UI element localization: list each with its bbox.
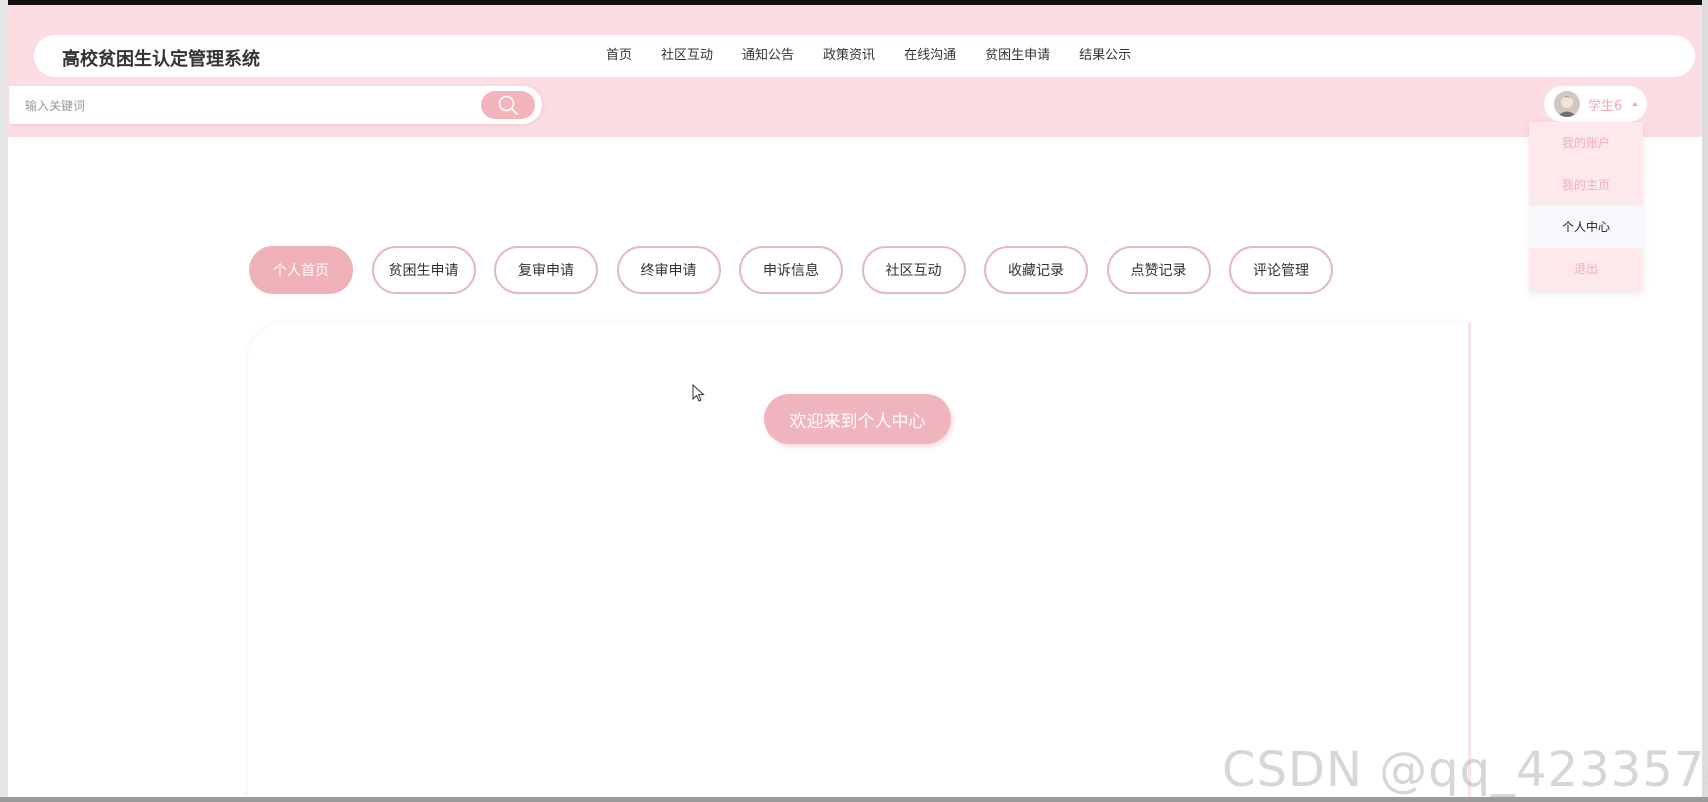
tab-review-application[interactable]: 复审申请 bbox=[494, 246, 598, 294]
nav-link-apply[interactable]: 贫困生申请 bbox=[985, 47, 1050, 65]
window-bottom-border bbox=[0, 797, 1708, 802]
user-dropdown-menu: 我的账户 我的主页 个人中心 退出 bbox=[1529, 122, 1643, 292]
top-nav-bar: 高校贫困生认定管理系统 首页 社区互动 通知公告 政策资讯 在线沟通 贫困生申请… bbox=[34, 35, 1695, 77]
content-panel: 欢迎来到个人中心 bbox=[248, 322, 1468, 802]
tab-community[interactable]: 社区互动 bbox=[861, 246, 966, 294]
search-icon bbox=[498, 95, 518, 115]
nav-link-results[interactable]: 结果公示 bbox=[1079, 47, 1131, 65]
window-left-border bbox=[0, 0, 8, 802]
nav-link-notices[interactable]: 通知公告 bbox=[742, 47, 794, 65]
tab-poverty-application[interactable]: 贫困生申请 bbox=[371, 246, 476, 294]
user-menu-toggle[interactable]: 学生6 bbox=[1544, 86, 1647, 122]
window-right-border bbox=[1702, 0, 1708, 802]
nav-link-chat[interactable]: 在线沟通 bbox=[904, 47, 956, 65]
tab-comments[interactable]: 评论管理 bbox=[1229, 246, 1333, 294]
menu-item-personal-center[interactable]: 个人中心 bbox=[1529, 206, 1643, 248]
tab-appeal-info[interactable]: 申诉信息 bbox=[739, 246, 843, 294]
nav-link-community[interactable]: 社区互动 bbox=[661, 47, 713, 65]
tab-personal-home[interactable]: 个人首页 bbox=[249, 246, 353, 294]
personal-center-tabs: 个人首页 贫困生申请 复审申请 终审申请 申诉信息 社区互动 收藏记录 点赞记录… bbox=[249, 246, 1352, 294]
watermark: CSDN @qq_42335743 bbox=[1222, 742, 1708, 798]
site-title: 高校贫困生认定管理系统 bbox=[62, 49, 260, 70]
caret-up-icon bbox=[1632, 102, 1638, 106]
welcome-banner: 欢迎来到个人中心 bbox=[764, 394, 951, 444]
menu-item-my-account[interactable]: 我的账户 bbox=[1529, 122, 1643, 164]
tab-final-review[interactable]: 终审申请 bbox=[616, 246, 721, 294]
nav-link-home[interactable]: 首页 bbox=[606, 47, 632, 65]
search-button[interactable] bbox=[481, 91, 535, 119]
tab-favorites[interactable]: 收藏记录 bbox=[984, 246, 1088, 294]
search-input[interactable] bbox=[23, 94, 467, 118]
search-box bbox=[9, 86, 542, 124]
mouse-cursor-icon bbox=[692, 384, 705, 402]
nav-link-policy[interactable]: 政策资讯 bbox=[823, 47, 875, 65]
avatar bbox=[1554, 91, 1580, 117]
tab-likes[interactable]: 点赞记录 bbox=[1106, 246, 1211, 294]
nav-links: 首页 社区互动 通知公告 政策资讯 在线沟通 贫困生申请 结果公示 bbox=[606, 47, 1160, 65]
menu-item-my-homepage[interactable]: 我的主页 bbox=[1529, 164, 1643, 206]
user-name: 学生6 bbox=[1588, 99, 1623, 114]
menu-item-logout[interactable]: 退出 bbox=[1529, 248, 1643, 290]
